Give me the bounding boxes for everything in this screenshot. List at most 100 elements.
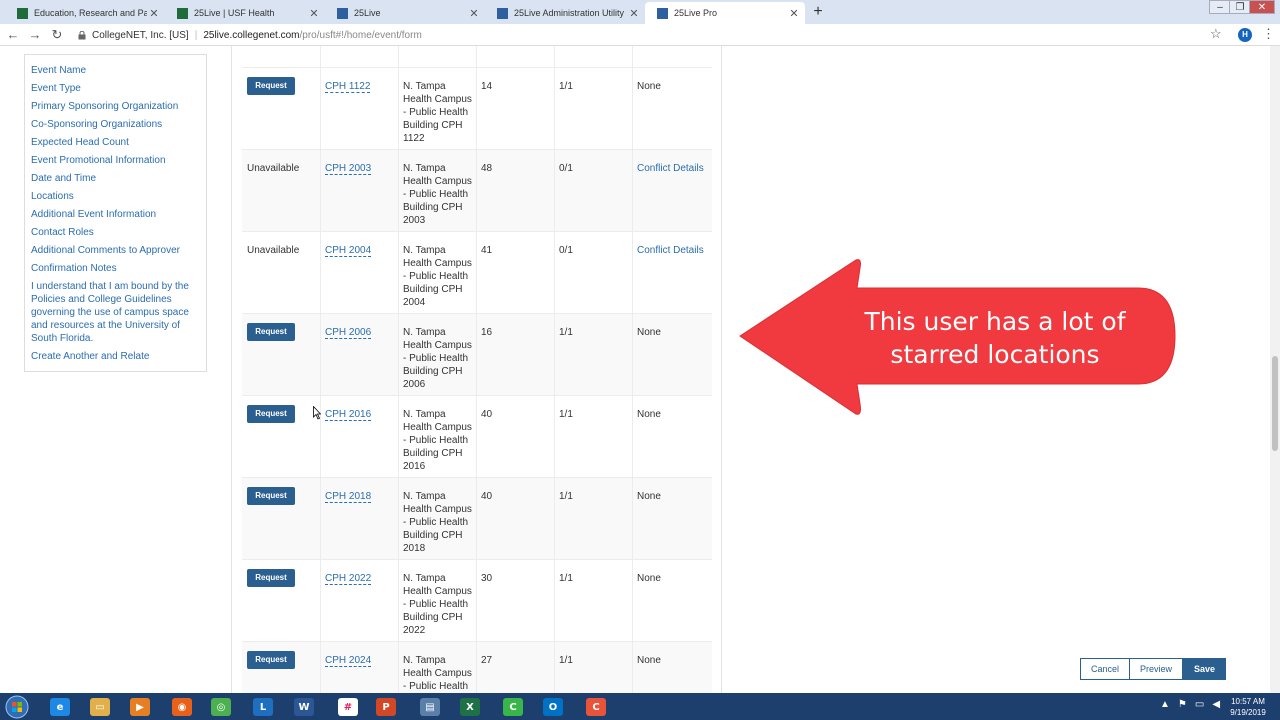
new-tab-button[interactable]: +	[809, 3, 827, 21]
slack-icon[interactable]: #	[331, 695, 365, 719]
tab-close-icon[interactable]: ✕	[147, 7, 161, 20]
column-divider	[476, 68, 477, 149]
request-button[interactable]: Request	[247, 323, 295, 341]
tab-close-icon[interactable]: ✕	[787, 7, 801, 20]
close-window-button[interactable]: ✕	[1249, 0, 1275, 14]
tray-chevron-icon[interactable]: ▲	[1160, 699, 1170, 710]
window-app-icon[interactable]: ▤	[413, 695, 447, 719]
table-row: Request CPH 2006 N. Tampa Health Campus - …	[242, 314, 712, 396]
excel-icon[interactable]: X	[453, 695, 487, 719]
browser-tab[interactable]: Education, Research and Patient✕	[5, 2, 165, 24]
powerpoint-icon-glyph: P	[376, 698, 396, 716]
tab-close-icon[interactable]: ✕	[307, 7, 321, 20]
volume-icon[interactable]: ◀	[1212, 699, 1220, 710]
sidebar-nav-item[interactable]: Primary Sponsoring Organization	[31, 100, 200, 113]
usf-icon	[177, 7, 188, 19]
locations-pane: 1108 Request CPH 1122 N. Tampa Health Camp…	[232, 46, 722, 693]
tab-title: 25Live Administration Utility	[514, 8, 625, 18]
location-link[interactable]: CPH 2022	[325, 573, 372, 585]
profile-avatar[interactable]: H	[1238, 28, 1252, 42]
word-icon[interactable]: W	[287, 695, 321, 719]
windows-start-icon[interactable]	[4, 695, 30, 719]
back-icon[interactable]: ←	[4, 26, 22, 44]
tab-title: 25Live | USF Health	[194, 8, 275, 18]
camtasia-icon[interactable]: C	[496, 695, 530, 719]
browser-tab[interactable]: 25Live | USF Health ✕	[165, 2, 325, 24]
scrollbar-thumb[interactable]	[1272, 356, 1278, 451]
url-field[interactable]: CollegeNET, Inc. [US] | 25live.collegene…	[78, 26, 422, 44]
network-icon[interactable]: ▭	[1195, 699, 1204, 710]
table-row: Request CPH 2024 N. Tampa Health Campus - …	[242, 642, 712, 693]
reload-icon[interactable]: ↻	[48, 26, 66, 44]
sidebar-nav-item[interactable]: Event Type	[31, 82, 200, 95]
page-scrollbar[interactable]	[1270, 46, 1280, 693]
column-divider	[476, 478, 477, 559]
site-org: CollegeNET, Inc. [US]	[92, 29, 189, 41]
forward-icon[interactable]: →	[26, 26, 44, 44]
location-link[interactable]: CPH 2018	[325, 491, 372, 503]
location-link[interactable]: CPH 2006	[325, 327, 372, 339]
location-link[interactable]: CPH 2024	[325, 655, 372, 667]
sidebar-nav-item[interactable]: Expected Head Count	[31, 136, 200, 149]
conflict-details-link[interactable]: Conflict Details	[637, 162, 704, 175]
browser-menu-icon[interactable]: ⋮	[1262, 26, 1275, 42]
request-button[interactable]: Request	[247, 487, 295, 505]
cancel-button[interactable]: Cancel	[1080, 658, 1131, 680]
snagit-icon[interactable]: C	[579, 695, 613, 719]
column-divider	[320, 314, 321, 395]
internet-explorer-icon[interactable]: e	[43, 695, 77, 719]
request-button[interactable]: Request	[247, 405, 295, 423]
location-link[interactable]: CPH 2003	[325, 163, 372, 175]
maximize-button[interactable]: ❐	[1229, 0, 1251, 14]
sidebar-nav-item[interactable]: Create Another and Relate	[31, 350, 200, 363]
flag-icon[interactable]: ⚑	[1178, 699, 1187, 710]
location-link[interactable]: CPH 2004	[325, 245, 372, 257]
tab-title: 25Live Pro	[674, 8, 718, 18]
request-button[interactable]: Request	[247, 651, 295, 669]
sidebar-nav-item[interactable]: Contact Roles	[31, 226, 200, 239]
browser-tab[interactable]: 25Live ✕	[325, 2, 485, 24]
browser-tab[interactable]: 25Live Administration Utility ✕	[485, 2, 645, 24]
sidebar-nav-item[interactable]: Event Promotional Information	[31, 154, 200, 167]
sidebar-nav-item[interactable]: Co-Sponsoring Organizations	[31, 118, 200, 131]
sidebar-nav-item[interactable]: Confirmation Notes	[31, 262, 200, 275]
column-divider	[476, 396, 477, 477]
address-bar: ← → ↻ CollegeNET, Inc. [US] | 25live.col…	[0, 24, 1280, 46]
save-button[interactable]: Save	[1183, 658, 1227, 680]
conflict-details-link[interactable]: Conflict Details	[637, 244, 704, 257]
browser-tab[interactable]: 25Live Pro ✕	[645, 2, 805, 24]
sidebar-nav-item[interactable]: I understand that I am bound by the Poli…	[31, 280, 200, 345]
snagit-icon-glyph: C	[586, 698, 606, 716]
column-divider	[398, 396, 399, 477]
firefox-icon[interactable]: ◉	[165, 695, 199, 719]
tab-close-icon[interactable]: ✕	[627, 7, 641, 20]
location-link[interactable]: CPH 2016	[325, 409, 372, 421]
sidebar-nav-item[interactable]: Additional Event Information	[31, 208, 200, 221]
column-divider	[554, 478, 555, 559]
file-explorer-icon[interactable]: ▭	[83, 695, 117, 719]
outlook-icon[interactable]: O	[536, 695, 570, 719]
sidebar-nav-item[interactable]: Event Name	[31, 64, 200, 77]
powerpoint-icon[interactable]: P	[369, 695, 403, 719]
sidebar-nav-item[interactable]: Additional Comments to Approver	[31, 244, 200, 257]
location-link[interactable]: CPH 1122	[325, 81, 371, 93]
firefox-icon-glyph: ◉	[172, 698, 192, 716]
bookmark-star-icon[interactable]: ☆	[1210, 26, 1222, 42]
taskbar-clock[interactable]: 10:57 AM 9/19/2019	[1222, 696, 1274, 718]
request-button[interactable]: Request	[247, 77, 295, 95]
chrome-icon[interactable]: ◎	[204, 695, 238, 719]
column-divider	[476, 150, 477, 231]
request-button[interactable]: Request	[247, 569, 295, 587]
event-form-nav: Event Name Event Type Primary Sponsoring O…	[24, 54, 207, 372]
tab-close-icon[interactable]: ✕	[467, 7, 481, 20]
minimize-button[interactable]: –	[1209, 0, 1231, 14]
column-divider	[632, 396, 633, 477]
file-explorer-icon-glyph: ▭	[90, 698, 110, 716]
sidebar-nav-item[interactable]: Date and Time	[31, 172, 200, 185]
media-player-icon[interactable]: ▶	[123, 695, 157, 719]
preview-button[interactable]: Preview	[1130, 658, 1184, 680]
callout-text: This user has a lot of starred locations	[864, 307, 1126, 369]
location-description: N. Tampa Health Campus - Public Health B…	[403, 245, 472, 308]
sidebar-nav-item[interactable]: Locations	[31, 190, 200, 203]
lync-icon[interactable]: L	[246, 695, 280, 719]
